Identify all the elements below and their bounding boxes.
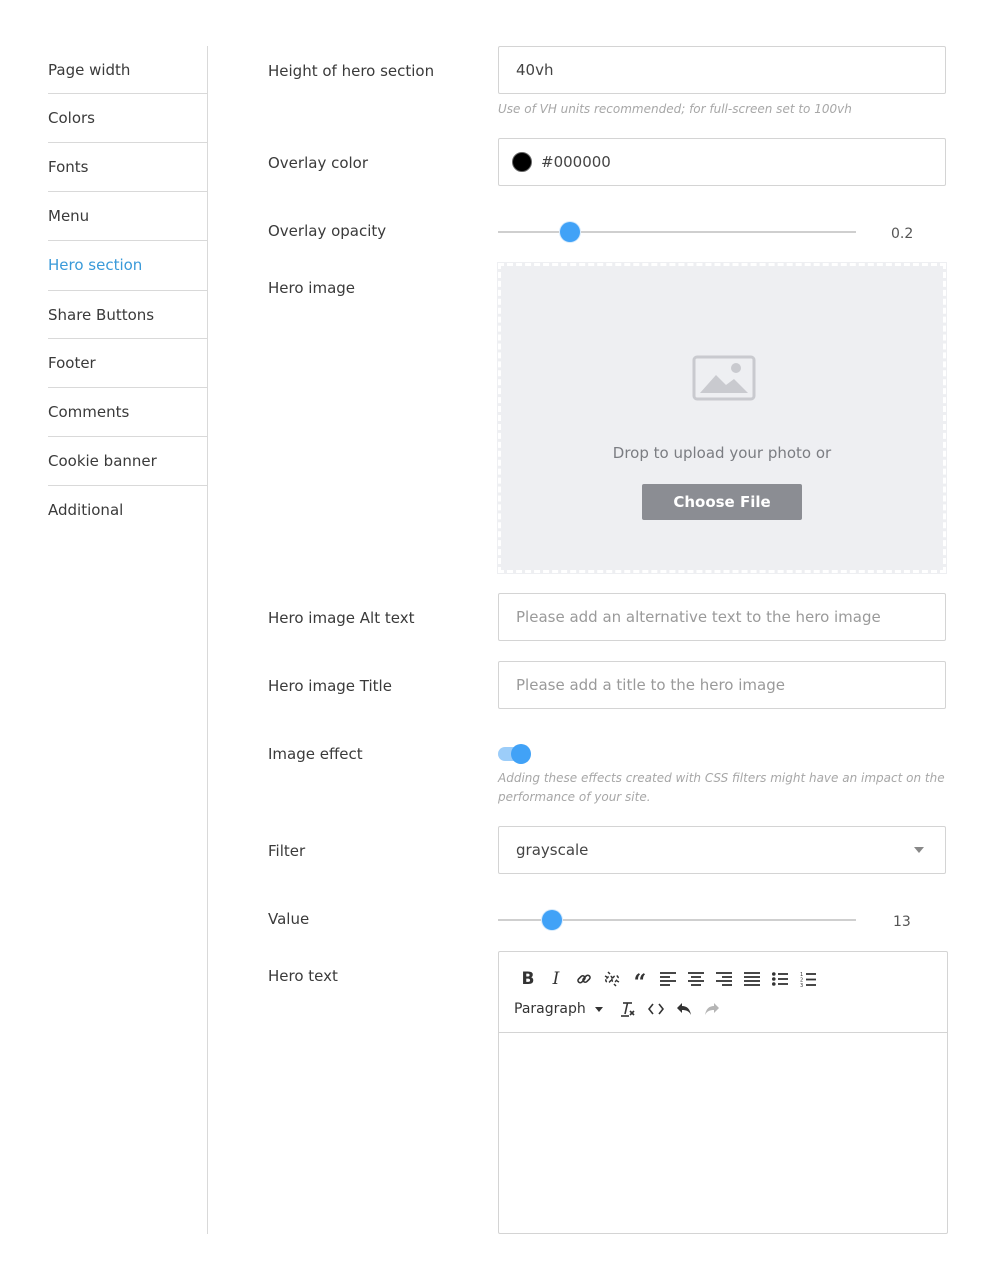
image-effect-toggle[interactable] <box>498 743 532 765</box>
editor-content-area[interactable] <box>499 1033 947 1233</box>
overlay-color-field[interactable]: #000000 <box>498 138 946 186</box>
sidebar-item-cookie-banner[interactable]: Cookie banner <box>48 437 208 486</box>
sidebar-divider <box>207 46 208 1234</box>
sidebar-item-fonts[interactable]: Fonts <box>48 143 208 192</box>
redo-icon[interactable] <box>698 998 726 1020</box>
image-title-label: Hero image Title <box>268 677 392 695</box>
filter-label: Filter <box>268 842 306 860</box>
bullet-list-icon[interactable] <box>766 968 794 990</box>
unlink-icon[interactable] <box>598 968 626 990</box>
toggle-knob[interactable] <box>511 744 531 764</box>
chevron-down-icon[interactable] <box>914 847 924 853</box>
block-format-select[interactable]: Paragraph <box>514 1001 606 1017</box>
hero-height-hint: Use of VH units recommended; for full-sc… <box>498 102 852 116</box>
align-left-icon[interactable] <box>654 968 682 990</box>
blockquote-icon[interactable]: “ <box>626 968 654 996</box>
color-swatch[interactable] <box>512 152 532 172</box>
sidebar-item-hero-section[interactable]: Hero section <box>48 241 208 290</box>
hero-text-label: Hero text <box>268 967 338 985</box>
alt-text-label: Hero image Alt text <box>268 609 415 627</box>
link-icon[interactable] <box>570 968 598 990</box>
clear-format-icon[interactable] <box>614 998 642 1020</box>
overlay-opacity-label: Overlay opacity <box>268 222 387 240</box>
sidebar-item-menu[interactable]: Menu <box>48 192 208 241</box>
sidebar-item-comments[interactable]: Comments <box>48 388 208 437</box>
block-format-value: Paragraph <box>514 1001 586 1017</box>
filter-select[interactable]: grayscale <box>498 826 946 874</box>
hero-text-editor[interactable]: B I “ 123 Paragraph <box>498 951 948 1234</box>
slider-thumb[interactable] <box>541 910 562 930</box>
hero-height-input[interactable] <box>498 46 946 94</box>
sidebar-item-page-width[interactable]: Page width <box>48 46 208 94</box>
sidebar-item-colors[interactable]: Colors <box>48 94 208 143</box>
slider-track[interactable] <box>498 231 856 233</box>
numbered-list-icon[interactable]: 123 <box>794 968 822 990</box>
alt-text-input[interactable] <box>498 593 946 641</box>
code-icon[interactable] <box>642 998 670 1020</box>
overlay-opacity-slider[interactable] <box>498 222 856 242</box>
overlay-opacity-value: 0.2 <box>891 226 914 242</box>
align-justify-icon[interactable] <box>738 968 766 990</box>
sidebar-item-additional[interactable]: Additional <box>48 486 208 535</box>
align-center-icon[interactable] <box>682 968 710 990</box>
align-right-icon[interactable] <box>710 968 738 990</box>
undo-icon[interactable] <box>670 998 698 1020</box>
image-placeholder-icon <box>692 355 756 401</box>
hero-height-label: Height of hero section <box>268 62 435 80</box>
bold-icon[interactable]: B <box>514 968 542 990</box>
editor-toolbar: B I “ 123 Paragraph <box>499 952 947 1033</box>
choose-file-button[interactable]: Choose File <box>642 484 802 520</box>
svg-text:3: 3 <box>800 983 803 987</box>
hero-image-label: Hero image <box>268 279 356 297</box>
image-effect-hint: Adding these effects created with CSS fi… <box>498 771 945 804</box>
value-label: Value <box>268 910 310 928</box>
settings-sidebar: Page width Colors Fonts Menu Hero sectio… <box>48 46 208 535</box>
slider-thumb[interactable] <box>559 222 580 242</box>
hero-image-dropzone[interactable]: Drop to upload your photo or Choose File <box>497 262 947 574</box>
value-slider-value: 13 <box>893 914 911 930</box>
image-title-input[interactable] <box>498 661 946 709</box>
filter-selected-value: grayscale <box>516 841 589 859</box>
sidebar-item-footer[interactable]: Footer <box>48 339 208 388</box>
sidebar-item-share-buttons[interactable]: Share Buttons <box>48 290 208 339</box>
dropzone-text: Drop to upload your photo or <box>612 444 832 462</box>
value-slider[interactable] <box>498 910 856 930</box>
image-effect-label: Image effect <box>268 745 363 763</box>
overlay-color-value: #000000 <box>541 153 611 171</box>
chevron-down-icon[interactable] <box>594 1006 603 1012</box>
overlay-color-label: Overlay color <box>268 154 369 172</box>
italic-icon[interactable]: I <box>542 968 570 990</box>
